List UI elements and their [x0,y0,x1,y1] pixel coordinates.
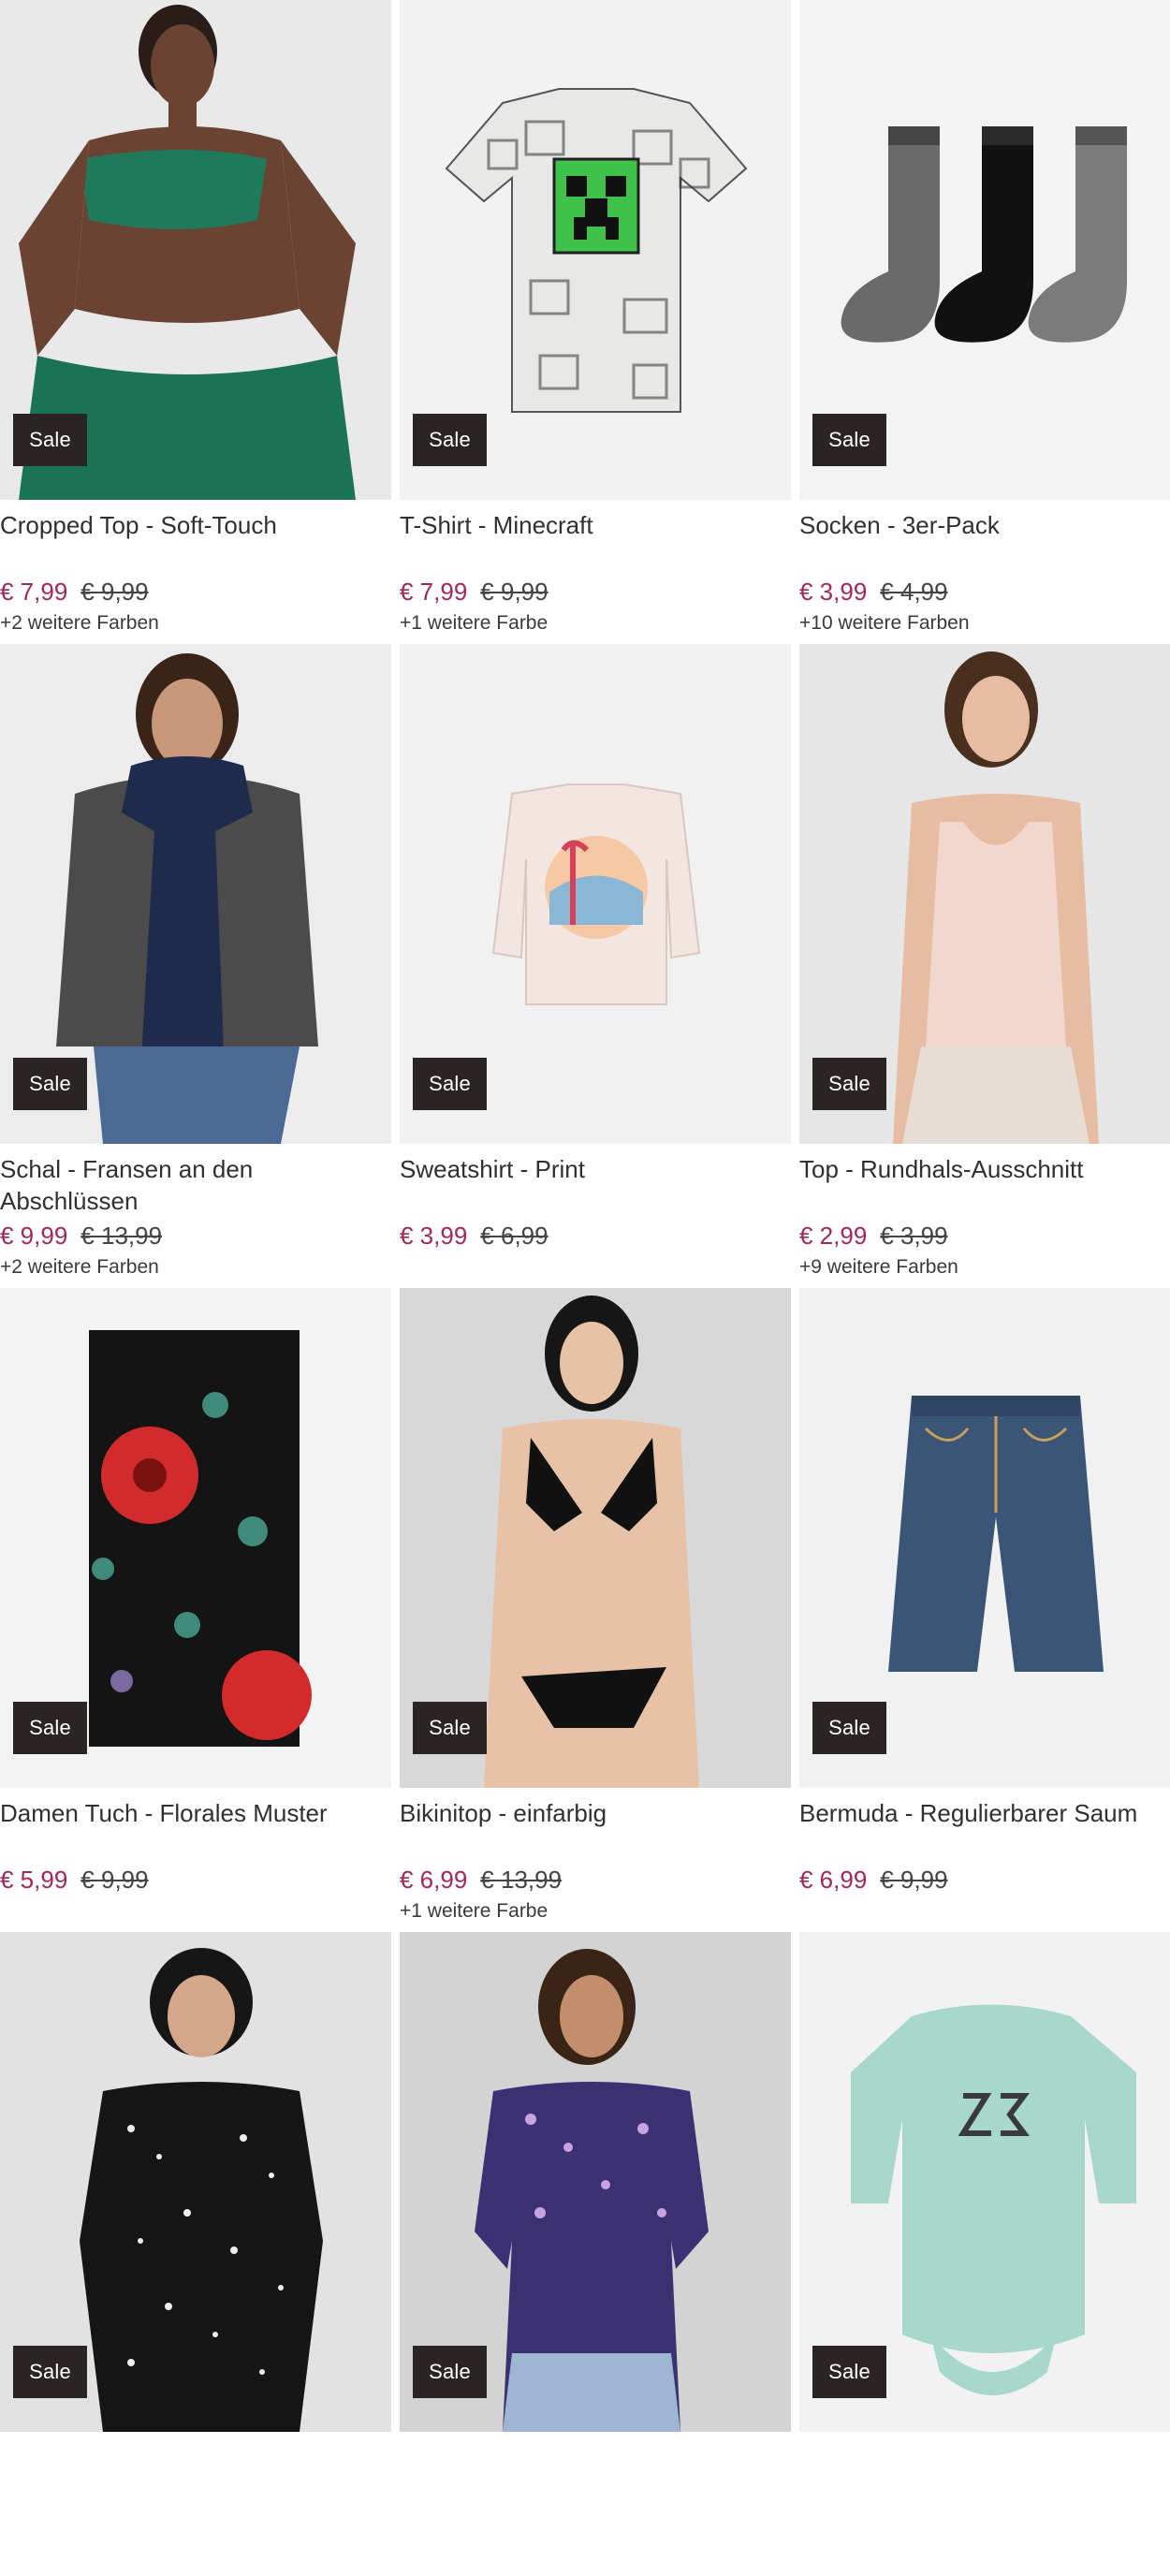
product-card[interactable]: Sale [0,1932,391,2576]
product-image[interactable]: Sale [0,0,391,500]
product-card[interactable]: Sale Cropped Top - Soft-Touch € 7,99 € 9,… [0,0,391,644]
product-card[interactable]: Sale Bermuda - Regulierbarer Saum € 6,99… [799,1288,1170,1932]
more-colors-link[interactable]: +10 weitere Farben [799,610,970,637]
product-title[interactable]: Bermuda - Regulierbarer Saum [799,1797,1170,1829]
product-image[interactable]: Sale [400,1288,791,1788]
product-card[interactable]: Sale Schal - Fransen an den Abschlüssen … [0,644,391,1288]
sale-price: € 3,99 [400,1222,468,1250]
original-price: € 9,99 [80,1866,149,1894]
more-colors-link[interactable]: +2 weitere Farben [0,610,159,637]
product-grid: Sale Cropped Top - Soft-Touch € 7,99 € 9,… [0,0,1170,2576]
original-price: € 6,99 [480,1222,548,1250]
price-row: € 3,99 € 4,99 [799,575,948,608]
product-image[interactable]: Sale [799,1288,1170,1788]
product-title[interactable]: Bikinitop - einfarbig [400,1797,785,1829]
sale-price: € 6,99 [400,1866,468,1894]
product-title[interactable]: T-Shirt - Minecraft [400,509,785,541]
product-image[interactable]: Sale [799,0,1170,500]
more-colors-link[interactable]: +1 weitere Farbe [400,610,548,637]
product-card[interactable]: Sale Bikinitop - einfarbig € 6,99 € 13,99… [400,1288,791,1932]
sale-price: € 7,99 [0,578,68,606]
more-colors-link[interactable]: +2 weitere Farben [0,1254,159,1281]
original-price: € 13,99 [480,1866,563,1894]
price-row: € 7,99 € 9,99 [0,575,149,608]
product-image[interactable]: Sale [0,1288,391,1788]
product-card[interactable]: Sale Socken - 3er-Pack € 3,99 € 4,99 +10 … [799,0,1170,644]
product-card[interactable]: Sale [400,1932,791,2576]
sale-badge: Sale [812,2346,886,2398]
sale-price: € 7,99 [400,578,468,606]
product-title[interactable]: Cropped Top - Soft-Touch [0,509,386,541]
sale-price: € 3,99 [799,578,868,606]
sale-badge: Sale [812,1058,886,1110]
sale-badge: Sale [413,1702,487,1754]
product-image[interactable]: Sale [0,644,391,1144]
original-price: € 9,99 [880,1866,948,1894]
product-card[interactable]: Sale Damen Tuch - Florales Muster € 5,99… [0,1288,391,1932]
product-image[interactable]: Sale [0,1932,391,2432]
sale-badge: Sale [812,414,886,466]
product-card[interactable]: Sale T-Shirt - Minecraft € 7,99 € 9,99 +1… [400,0,791,644]
product-title[interactable]: Damen Tuch - Florales Muster [0,1797,386,1829]
price-row: € 7,99 € 9,99 [400,575,548,608]
sale-badge: Sale [13,1058,87,1110]
product-title[interactable]: Sweatshirt - Print [400,1153,785,1185]
product-card[interactable]: Sale [799,1932,1170,2576]
sale-price: € 9,99 [0,1222,68,1250]
price-row: € 9,99 € 13,99 [0,1219,162,1252]
sale-price: € 2,99 [799,1222,868,1250]
product-image[interactable]: Sale [400,644,791,1144]
more-colors-link[interactable]: +9 weitere Farben [799,1254,958,1281]
product-image[interactable]: Sale [400,1932,791,2432]
sale-price: € 5,99 [0,1866,68,1894]
sale-badge: Sale [413,414,487,466]
price-row: € 2,99 € 3,99 [799,1219,948,1252]
product-title[interactable]: Socken - 3er-Pack [799,509,1170,541]
price-row: € 6,99 € 13,99 [400,1863,562,1896]
product-card[interactable]: Sale Sweatshirt - Print € 3,99 € 6,99 [400,644,791,1288]
original-price: € 9,99 [480,578,548,606]
price-row: € 5,99 € 9,99 [0,1863,149,1896]
sale-badge: Sale [413,1058,487,1110]
product-image[interactable]: Sale [799,644,1170,1144]
original-price: € 9,99 [80,578,149,606]
original-price: € 4,99 [880,578,948,606]
product-image[interactable]: Sale [400,0,791,500]
product-image[interactable]: Sale [799,1932,1170,2432]
price-row: € 3,99 € 6,99 [400,1219,548,1252]
price-row: € 6,99 € 9,99 [799,1863,948,1896]
more-colors-link[interactable]: +1 weitere Farbe [400,1898,548,1925]
original-price: € 3,99 [880,1222,948,1250]
sale-badge: Sale [13,414,87,466]
sale-badge: Sale [413,2346,487,2398]
sale-badge: Sale [812,1702,886,1754]
product-title[interactable]: Schal - Fransen an den Abschlüssen [0,1153,386,1217]
sale-badge: Sale [13,1702,87,1754]
original-price: € 13,99 [80,1222,163,1250]
product-title[interactable]: Top - Rundhals-Ausschnitt [799,1153,1170,1185]
sale-badge: Sale [13,2346,87,2398]
product-card[interactable]: Sale Top - Rundhals-Ausschnitt € 2,99 € 3… [799,644,1170,1288]
sale-price: € 6,99 [799,1866,868,1894]
